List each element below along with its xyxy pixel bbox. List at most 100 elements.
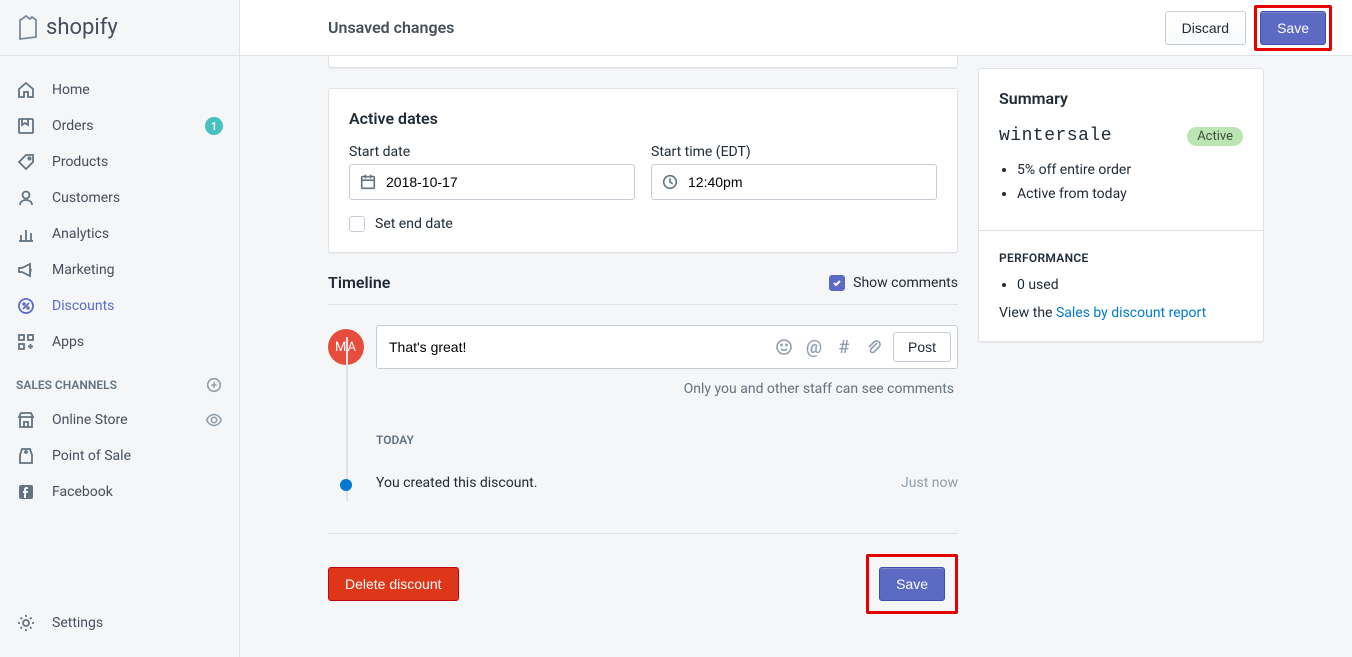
active-dates-card: Active dates Start date: [328, 88, 958, 253]
nav-label: Facebook: [52, 484, 113, 500]
nav-settings[interactable]: Settings: [0, 605, 239, 641]
nav-label: Home: [52, 82, 90, 98]
brand-name: shopify: [46, 15, 118, 40]
view-store-icon[interactable]: [205, 411, 223, 429]
settings-icon: [16, 613, 36, 633]
report-link-row: View the Sales by discount report: [999, 305, 1243, 321]
nav-label: Products: [52, 154, 108, 170]
show-comments-toggle[interactable]: Show comments: [829, 275, 958, 291]
nav-label: Discounts: [52, 298, 114, 314]
start-date-input[interactable]: [349, 164, 635, 200]
save-highlight-top: Save: [1254, 5, 1332, 51]
online-store-icon: [16, 410, 36, 430]
mention-icon[interactable]: @: [803, 336, 825, 358]
analytics-icon: [16, 224, 36, 244]
orders-icon: [16, 116, 36, 136]
header-actions: Discard Save: [1165, 5, 1332, 51]
nav-customers[interactable]: Customers: [0, 180, 239, 216]
nav-products[interactable]: Products: [0, 144, 239, 180]
nav-label: Apps: [52, 334, 84, 350]
status-badge: Active: [1187, 127, 1243, 146]
start-date-label: Start date: [349, 144, 635, 160]
nav-online-store[interactable]: Online Store: [0, 402, 239, 438]
performance-bullet: 0 used: [1017, 277, 1243, 293]
start-date-field[interactable]: [386, 165, 634, 199]
nav-label: Point of Sale: [52, 448, 131, 464]
start-time-field[interactable]: [688, 165, 936, 199]
page-title: Unsaved changes: [328, 18, 454, 37]
primary-nav: Home Orders 1 Products Customers Analyti…: [0, 56, 239, 597]
main: Unsaved changes Discard Save Active date…: [240, 0, 1352, 657]
summary-bullet: 5% off entire order: [1017, 162, 1243, 178]
marketing-icon: [16, 260, 36, 280]
start-time-input[interactable]: [651, 164, 937, 200]
discard-button[interactable]: Discard: [1165, 11, 1246, 45]
report-link-prefix: View the: [999, 305, 1056, 321]
summary-panel: Summary wintersale Active 5% off entire …: [978, 56, 1264, 342]
nav-label: Customers: [52, 190, 120, 206]
pos-icon: [16, 446, 36, 466]
brand-logo: shopify: [0, 0, 239, 56]
save-highlight-bottom: Save: [866, 554, 958, 614]
facebook-icon: [16, 482, 36, 502]
discounts-icon: [16, 296, 36, 316]
page-header: Unsaved changes Discard Save: [240, 0, 1352, 56]
orders-badge: 1: [205, 117, 223, 135]
start-time-label: Start time (EDT): [651, 144, 937, 160]
nav-marketing[interactable]: Marketing: [0, 252, 239, 288]
timeline-event-text: You created this discount.: [376, 475, 901, 491]
clock-icon: [652, 173, 688, 191]
performance-bullets: 0 used: [999, 277, 1243, 293]
nav-label: Settings: [52, 615, 103, 631]
set-end-date-checkbox[interactable]: [349, 216, 365, 232]
performance-title: PERFORMANCE: [999, 251, 1243, 265]
timeline-dot: [340, 479, 352, 491]
nav-analytics[interactable]: Analytics: [0, 216, 239, 252]
nav-label: Marketing: [52, 262, 115, 278]
previous-card-stub: [328, 56, 958, 68]
nav-home[interactable]: Home: [0, 72, 239, 108]
calendar-icon: [350, 173, 386, 191]
timeline-event-time: Just now: [901, 475, 958, 491]
sales-report-link[interactable]: Sales by discount report: [1056, 305, 1206, 321]
save-button-top[interactable]: Save: [1260, 11, 1326, 45]
summary-bullets: 5% off entire order Active from today: [999, 162, 1243, 202]
timeline-day-label: TODAY: [376, 397, 958, 463]
show-comments-checkbox[interactable]: [829, 275, 845, 291]
sales-channels-header: SALES CHANNELS: [0, 360, 239, 402]
attach-icon[interactable]: [863, 336, 885, 358]
comment-hint: Only you and other staff can see comment…: [328, 375, 958, 397]
comment-input[interactable]: [389, 339, 773, 355]
show-comments-label: Show comments: [853, 275, 958, 291]
post-button[interactable]: Post: [893, 332, 951, 362]
nav-label: Orders: [52, 118, 94, 134]
nav-apps[interactable]: Apps: [0, 324, 239, 360]
discount-code-name: wintersale: [999, 126, 1112, 146]
hashtag-icon[interactable]: #: [833, 336, 855, 358]
shopify-icon: [16, 14, 40, 42]
save-button-bottom[interactable]: Save: [879, 567, 945, 601]
sidebar: shopify Home Orders 1 Products Customers: [0, 0, 240, 657]
timeline-event: You created this discount. Just now: [376, 463, 958, 509]
delete-discount-button[interactable]: Delete discount: [328, 567, 459, 601]
nav-facebook[interactable]: Facebook: [0, 474, 239, 510]
timeline-line: [346, 337, 348, 501]
add-channel-icon[interactable]: [205, 376, 223, 394]
nav-label: Online Store: [52, 412, 128, 428]
set-end-date-label: Set end date: [375, 216, 453, 232]
summary-title: Summary: [999, 89, 1243, 108]
summary-bullet: Active from today: [1017, 186, 1243, 202]
active-dates-title: Active dates: [349, 109, 937, 128]
customers-icon: [16, 188, 36, 208]
timeline-section: Timeline Show comments MA: [328, 253, 958, 509]
timeline-title: Timeline: [328, 273, 390, 292]
page-content: Active dates Start date: [240, 56, 1352, 657]
nav-point-of-sale[interactable]: Point of Sale: [0, 438, 239, 474]
comment-compose[interactable]: @ # Post: [376, 325, 958, 369]
sales-channels-label: SALES CHANNELS: [16, 378, 117, 392]
emoji-icon[interactable]: [773, 336, 795, 358]
home-icon: [16, 80, 36, 100]
page-footer: Delete discount Save: [328, 533, 958, 634]
nav-discounts[interactable]: Discounts: [0, 288, 239, 324]
nav-orders[interactable]: Orders 1: [0, 108, 239, 144]
